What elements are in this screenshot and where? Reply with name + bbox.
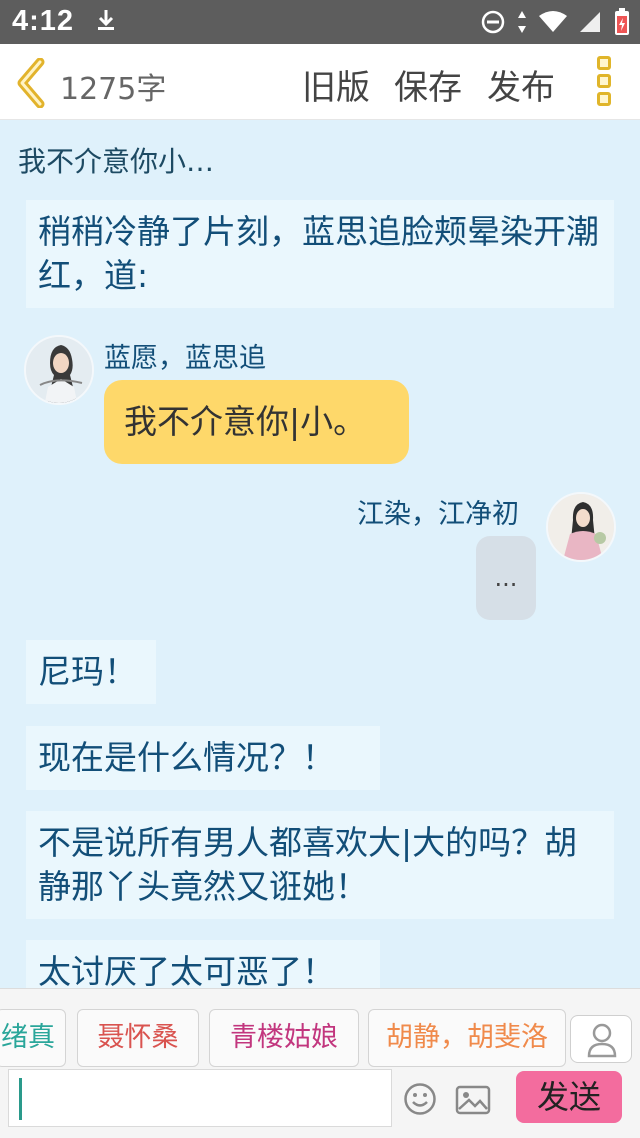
character-chip[interactable]: 聂怀桑 [77, 1009, 199, 1067]
menu-dot-icon [597, 56, 611, 70]
avatar-lan-siZhui[interactable] [24, 335, 94, 405]
back-chevron-icon [17, 57, 45, 109]
speaker-name: 江染，江净初 [357, 499, 519, 530]
character-chip[interactable]: 青楼姑娘 [209, 1009, 359, 1067]
character-chip[interactable]: 绪真 [0, 1009, 66, 1067]
menu-dot-icon [597, 92, 611, 106]
smiley-icon [404, 1083, 436, 1115]
narration-paragraph[interactable]: 现在是什么情况？！ [26, 726, 380, 790]
text-cursor [19, 1078, 22, 1120]
save-button[interactable]: 保存 [394, 60, 462, 109]
character-chip[interactable]: 胡静，胡斐洛 [368, 1009, 566, 1067]
image-icon [455, 1085, 491, 1115]
emoji-button[interactable] [403, 1082, 437, 1116]
dialog-bubble[interactable]: ... [476, 536, 536, 620]
message-input[interactable] [8, 1069, 392, 1127]
battery-icon [614, 8, 630, 40]
editor-header: 1275字 旧版 保存 发布 [0, 44, 640, 120]
status-time: 4:12 [12, 5, 75, 37]
narration-paragraph[interactable]: 尼玛！ [26, 640, 156, 704]
send-button[interactable]: 发送 [516, 1071, 622, 1123]
dialog-bubble[interactable]: 我不介意你|小。 [104, 380, 409, 464]
person-icon [587, 1023, 617, 1058]
publish-button[interactable]: 发布 [487, 60, 555, 109]
download-icon [96, 8, 116, 36]
add-character-button[interactable] [570, 1015, 632, 1063]
more-menu-button[interactable] [592, 56, 616, 110]
image-button[interactable] [455, 1085, 491, 1115]
narration-paragraph[interactable]: 不是说所有男人都喜欢大|大的吗？胡静那丫头竟然又诳她！ [26, 811, 614, 919]
avatar-jiang-jingchu[interactable] [546, 492, 616, 562]
narration-paragraph[interactable]: 稍稍冷静了片刻，蓝思追脸颊晕染开潮红，道: [26, 200, 614, 308]
chapter-title: 我不介意你小… [18, 145, 215, 178]
narration-paragraph[interactable]: 太讨厌了太可恶了！ [26, 940, 380, 988]
back-button[interactable] [14, 57, 50, 109]
signal-icon [578, 10, 604, 38]
wifi-icon [538, 10, 568, 38]
old-version-button[interactable]: 旧版 [302, 60, 370, 109]
word-count: 1275字 [60, 72, 167, 107]
speaker-name: 蓝愿，蓝思追 [104, 343, 266, 374]
story-content[interactable]: 我不介意你小… 稍稍冷静了片刻，蓝思追脸颊晕染开潮红，道: 蓝愿，蓝思追 我不介… [0, 120, 640, 988]
composer-bar: 绪真 聂怀桑 青楼姑娘 胡静，胡斐洛 发送 [0, 988, 640, 1138]
do-not-disturb-icon [480, 9, 506, 39]
status-bar: 4:12 [0, 0, 640, 44]
data-transfer-icon [516, 9, 528, 39]
menu-dot-icon [597, 74, 611, 88]
